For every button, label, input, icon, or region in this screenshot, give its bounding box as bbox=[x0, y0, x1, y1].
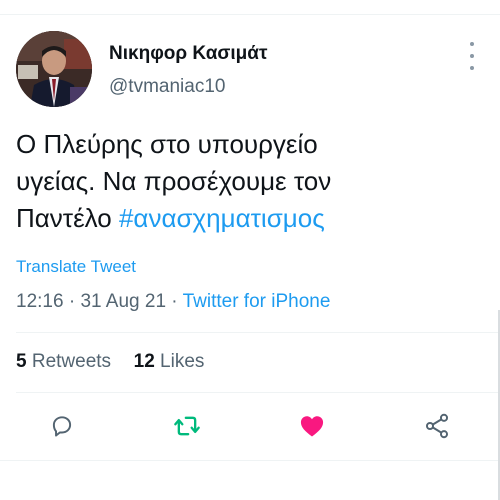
tweet-text-line: υγείας. Να προσέχουμε τον bbox=[16, 166, 332, 196]
tweet-text-line: Παντέλο bbox=[16, 203, 119, 233]
retweets-label: Retweets bbox=[26, 351, 112, 372]
tweet-date: 31 Aug 21 bbox=[80, 291, 167, 312]
more-dots-icon[interactable] bbox=[462, 42, 482, 70]
divider bbox=[16, 332, 500, 333]
tweet-card: Νικηφορ Κασιμάτ @tvmaniac10 Ο Πλεύρης στ… bbox=[0, 0, 500, 500]
hashtag-link[interactable]: #ανασχηματισμος bbox=[119, 203, 325, 233]
retweets-count: 5 bbox=[16, 351, 27, 372]
author-display-name[interactable]: Νικηφορ Κασιμάτ bbox=[109, 43, 267, 65]
tweet-meta: 12:16 · 31 Aug 21 · Twitter for iPhone bbox=[16, 291, 330, 313]
heart-icon[interactable] bbox=[296, 410, 328, 442]
share-icon[interactable] bbox=[421, 410, 453, 442]
translate-tweet-link[interactable]: Translate Tweet bbox=[16, 257, 136, 277]
tweet-text: Ο Πλεύρης στο υπουργείο υγείας. Να προσέ… bbox=[16, 126, 486, 237]
meta-separator: · bbox=[166, 291, 183, 312]
tweet-text-line: Ο Πλεύρης στο υπουργείο bbox=[16, 129, 318, 159]
likes-count: 12 bbox=[133, 351, 155, 372]
likes-label: Likes bbox=[154, 351, 205, 372]
avatar[interactable] bbox=[16, 31, 92, 107]
reply-icon[interactable] bbox=[46, 410, 78, 442]
author-handle[interactable]: @tvmaniac10 bbox=[109, 76, 225, 98]
top-divider bbox=[0, 14, 500, 15]
likes-stat[interactable]: 12 Likes bbox=[134, 351, 205, 372]
divider bbox=[0, 460, 500, 461]
divider bbox=[16, 392, 500, 393]
tweet-time: 12:16 bbox=[16, 291, 64, 312]
retweet-icon[interactable] bbox=[171, 410, 203, 442]
tweet-source-link[interactable]: Twitter for iPhone bbox=[183, 291, 331, 312]
meta-separator: · bbox=[63, 291, 81, 312]
retweets-stat[interactable]: 5 Retweets bbox=[16, 351, 111, 372]
engagement-stats: 5 Retweets 12 Likes bbox=[16, 351, 204, 373]
